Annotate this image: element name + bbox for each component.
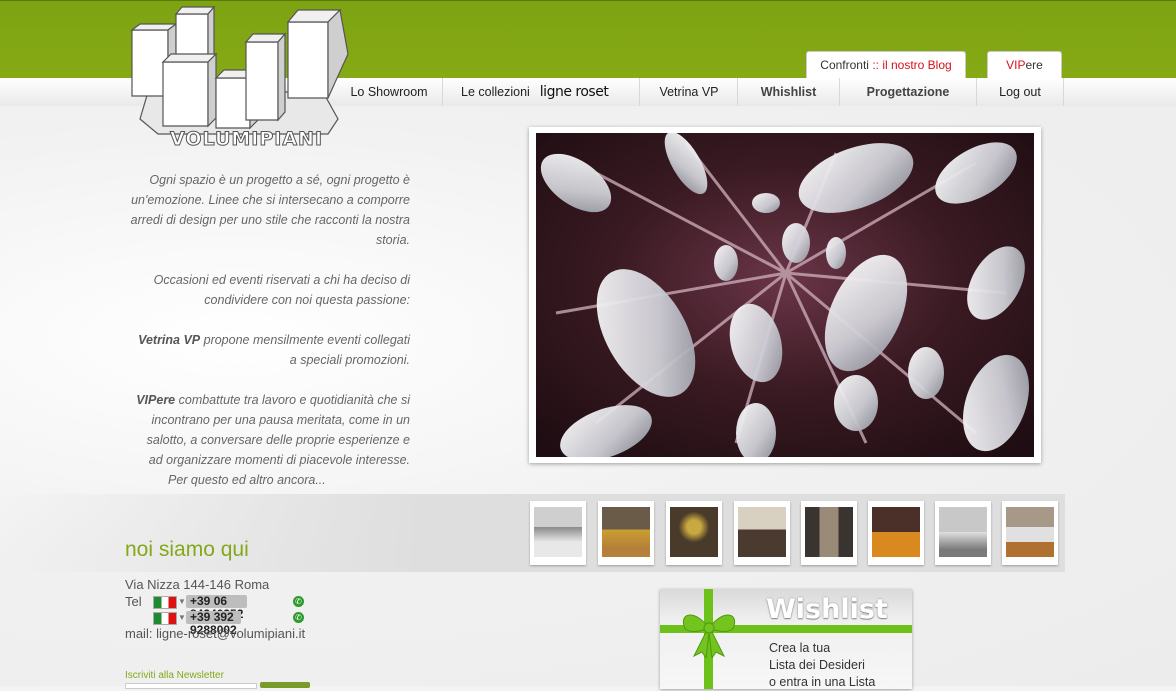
thumbnail[interactable]: [734, 501, 790, 565]
vipere-bold: VIPere: [136, 393, 176, 407]
mail-link[interactable]: ligne-roset@volumipiani.it: [156, 626, 305, 641]
phone-number[interactable]: +39 392 9288002: [186, 611, 241, 637]
collezioni-label: Le collezioni: [461, 85, 530, 99]
intro-paragraph: Ogni spazio è un progetto a sé, ogni pro…: [130, 173, 410, 247]
thumbnail[interactable]: [935, 501, 991, 565]
tel-label: Tel: [125, 594, 142, 609]
tab-vipere[interactable]: VIPere: [987, 51, 1062, 78]
intro-text: Ogni spazio è un progetto a sé, ogni pro…: [130, 170, 410, 490]
nav-item-showroom[interactable]: Lo Showroom: [336, 78, 443, 106]
wishlist-line: o entra in una Lista: [769, 675, 876, 689]
italy-flag-icon[interactable]: [153, 596, 177, 609]
nav-item-logout[interactable]: Log out: [977, 78, 1064, 106]
thumbnail[interactable]: [801, 501, 857, 565]
tab-separator: ::: [868, 58, 883, 72]
vetrina-bold: Vetrina VP: [138, 333, 201, 347]
confronti-label[interactable]: Confronti: [820, 58, 869, 72]
intro-paragraph: VIPere combattute tra lavoro e quotidian…: [130, 390, 410, 470]
tab-confronti-blog[interactable]: Confronti :: il nostro Blog: [806, 51, 966, 78]
nav-item-progettazione[interactable]: Progettazione: [840, 78, 977, 106]
wishlist-line: Crea la tua: [769, 641, 831, 655]
chevron-down-icon[interactable]: ▼: [178, 594, 186, 609]
gift-bow-icon: [682, 614, 736, 658]
italy-flag-icon[interactable]: [153, 612, 177, 625]
intro-paragraph-rest: combattute tra lavoro e quotidianità che…: [146, 393, 410, 467]
contacts-heading: noi siamo qui: [125, 538, 249, 561]
wishlist-title: Wishlist: [766, 594, 888, 625]
main-slideshow-image[interactable]: [529, 127, 1041, 463]
chandelier-photo: [536, 133, 1034, 457]
ligne-roset-logo: ligne roset: [539, 84, 609, 100]
intro-closing: Per questo ed altro ancora...: [168, 473, 326, 487]
mail-row: mail: ligne-roset@volumipiani.it: [125, 626, 305, 642]
call-icon[interactable]: ✆: [293, 612, 304, 623]
wishlist-line: Lista dei Desideri: [769, 658, 865, 672]
intro-paragraph-rest: propone mensilmente eventi collegati a s…: [200, 333, 410, 367]
vipere-prefix: VIP: [1006, 58, 1026, 72]
vipere-suffix: ere: [1025, 58, 1043, 72]
thumbnail[interactable]: [530, 501, 586, 565]
thumbnail[interactable]: [666, 501, 722, 565]
thumbnail[interactable]: [598, 501, 654, 565]
thumbnail[interactable]: [868, 501, 924, 565]
newsletter-submit-button[interactable]: [260, 682, 310, 688]
intro-paragraph: Occasioni ed eventi riservati a chi ha d…: [153, 273, 410, 307]
newsletter-input[interactable]: [125, 683, 257, 689]
intro-paragraph: Vetrina VP propone mensilmente eventi co…: [130, 330, 410, 370]
logo-wordmark: VOLUMIPIANI: [169, 128, 324, 151]
nav-item-wishlist[interactable]: Whishlist: [738, 78, 840, 106]
wishlist-text: Crea la tua Lista dei Desideri o entra i…: [769, 640, 875, 691]
mail-label: mail:: [125, 626, 157, 641]
call-icon[interactable]: ✆: [293, 596, 304, 607]
chevron-down-icon[interactable]: ▼: [178, 610, 186, 625]
thumbnail[interactable]: [1002, 501, 1058, 565]
newsletter-label: Iscriviti alla Newsletter: [125, 670, 224, 681]
phone-number[interactable]: +39 06 84240352: [186, 595, 248, 621]
blog-link[interactable]: il nostro Blog: [882, 58, 951, 72]
phone-row: Tel ▼ +39 06 84240352 ✆: [125, 594, 304, 621]
address: Via Nizza 144-146 Roma: [125, 577, 270, 592]
nav-item-collezioni[interactable]: Le collezioni ligne roset: [443, 78, 640, 106]
nav-item-vetrina[interactable]: Vetrina VP: [641, 78, 738, 106]
